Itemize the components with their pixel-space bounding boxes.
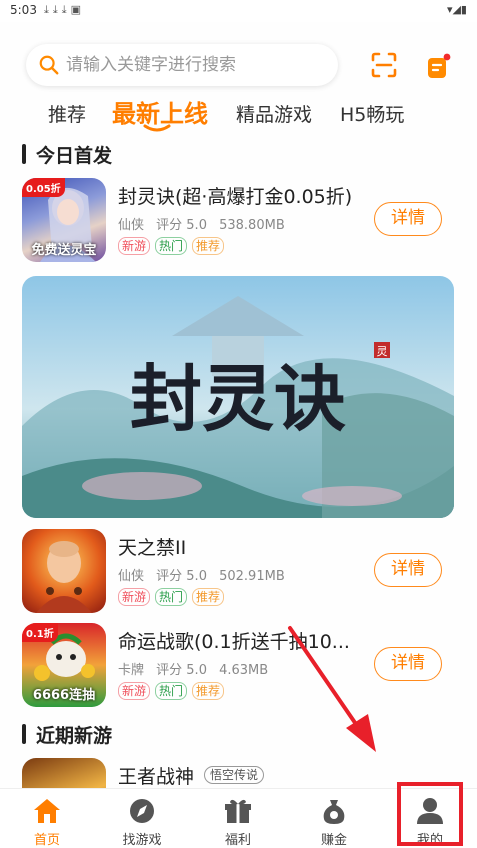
game-title[interactable]: 天之禁II — [118, 533, 186, 560]
notification-icons: ⤓⤓⤓▣ — [44, 3, 85, 16]
status-time: 5:03 — [10, 3, 37, 17]
game-icon-fenglingjue[interactable]: 0.05折 免费送灵宝 — [22, 178, 106, 262]
game-meta: 仙侠 评分 5.0 502.91MB — [118, 565, 293, 584]
game-meta: 仙侠 评分 5.0 538.80MB — [118, 214, 293, 233]
tag-recommend: 推荐 — [192, 588, 225, 606]
game-tags: 新游 热门 推荐 — [118, 588, 229, 606]
banner-art: 封灵诀 灵 — [22, 276, 454, 518]
game-icon-wangzhezhanshen[interactable] — [22, 758, 106, 788]
nav-find-games[interactable]: 找游戏 — [102, 789, 182, 848]
game-feature-tag: 悟空传说 — [204, 766, 265, 784]
section-title: 近期新游 — [36, 724, 113, 747]
tag-recommend: 推荐 — [192, 682, 225, 700]
game-category: 卡牌 — [118, 663, 145, 678]
money-bag-icon — [323, 800, 345, 824]
nav-home[interactable]: 首页 — [7, 789, 87, 848]
detail-button[interactable]: 详情 — [374, 202, 442, 236]
game-category: 仙侠 — [118, 569, 145, 584]
game-title[interactable]: 王者战神 — [118, 762, 194, 788]
section-title: 今日首发 — [36, 144, 113, 167]
character-art — [36, 541, 92, 613]
gift-icon — [225, 799, 251, 823]
tag-new: 新游 — [118, 237, 151, 255]
tag-hot: 热门 — [155, 237, 188, 255]
game-category: 仙侠 — [118, 218, 145, 233]
discount-badge: 0.1折 — [22, 623, 58, 642]
tag-recommend: 推荐 — [192, 237, 225, 255]
search-icon — [39, 55, 59, 75]
discount-badge: 0.05折 — [22, 178, 65, 197]
nav-label: 福利 — [224, 833, 251, 848]
highlight-box — [397, 782, 463, 846]
tag-new: 新游 — [118, 588, 151, 606]
nav-earn-gold[interactable]: 赚金 — [294, 789, 374, 848]
tab-recommend[interactable]: 推荐 — [48, 100, 86, 127]
search-bar[interactable] — [26, 44, 338, 86]
game-banner[interactable]: 封灵诀 灵 — [22, 276, 454, 518]
status-bar: 5:03 ⤓⤓⤓▣ ▾◢▮ — [0, 0, 477, 22]
game-size: 538.80MB — [219, 218, 285, 233]
section-marker — [22, 144, 26, 164]
home-icon — [34, 799, 60, 823]
search-input[interactable] — [66, 55, 326, 75]
tab-h5[interactable]: H5畅玩 — [340, 100, 404, 127]
tag-hot: 热门 — [155, 682, 188, 700]
category-tabs: 推荐 最新上线 精品游戏 H5畅玩 — [0, 94, 477, 134]
game-title[interactable]: 封灵诀(超·高爆打金0.05折) — [118, 182, 352, 209]
game-rating: 评分 5.0 — [156, 663, 207, 678]
active-tab-indicator — [143, 124, 171, 132]
game-tags: 新游 热门 推荐 — [118, 237, 229, 255]
game-title[interactable]: 命运战歌(0.1折送千抽10... — [118, 627, 350, 654]
detail-button[interactable]: 详情 — [374, 553, 442, 587]
tag-hot: 热门 — [155, 588, 188, 606]
nav-welfare[interactable]: 福利 — [198, 789, 278, 848]
seal-text: 灵 — [377, 345, 388, 358]
section-header-today: 今日首发 — [22, 142, 113, 167]
game-size: 502.91MB — [219, 569, 285, 584]
icon-caption: 免费送灵宝 — [31, 243, 97, 258]
nav-label: 找游戏 — [122, 833, 162, 848]
section-marker — [22, 724, 26, 744]
system-icons: ▾◢▮ — [446, 3, 467, 16]
game-row[interactable]: 天之禁II 仙侠 评分 5.0 502.91MB 新游 热门 推荐 详情 — [0, 529, 477, 617]
icon-caption: 6666连抽 — [32, 688, 96, 703]
game-rating: 评分 5.0 — [156, 569, 207, 584]
game-tags: 新游 热门 推荐 — [118, 682, 229, 700]
nav-label: 赚金 — [320, 833, 347, 848]
game-row[interactable]: 0.05折 免费送灵宝 封灵诀(超·高爆打金0.05折) 仙侠 评分 5.0 5… — [0, 178, 477, 266]
scan-icon[interactable] — [370, 51, 398, 79]
tag-new: 新游 — [118, 682, 151, 700]
game-rating: 评分 5.0 — [156, 218, 207, 233]
compass-icon — [130, 799, 154, 823]
game-size: 4.63MB — [219, 663, 269, 678]
section-header-recent: 近期新游 — [22, 722, 113, 747]
game-icon-tianzhijin[interactable] — [22, 529, 106, 613]
banner-title: 封灵诀 — [130, 356, 346, 441]
download-manager-icon[interactable] — [424, 51, 454, 81]
game-icon-mingyunzhange[interactable]: 0.1折 6666连抽 — [22, 623, 106, 707]
game-meta: 卡牌 评分 5.0 4.63MB — [118, 659, 276, 678]
tab-featured[interactable]: 精品游戏 — [236, 100, 312, 127]
nav-label: 首页 — [33, 833, 60, 848]
game-row[interactable]: 0.1折 6666连抽 命运战歌(0.1折送千抽10... 卡牌 评分 5.0 … — [0, 623, 477, 711]
detail-button[interactable]: 详情 — [374, 647, 442, 681]
